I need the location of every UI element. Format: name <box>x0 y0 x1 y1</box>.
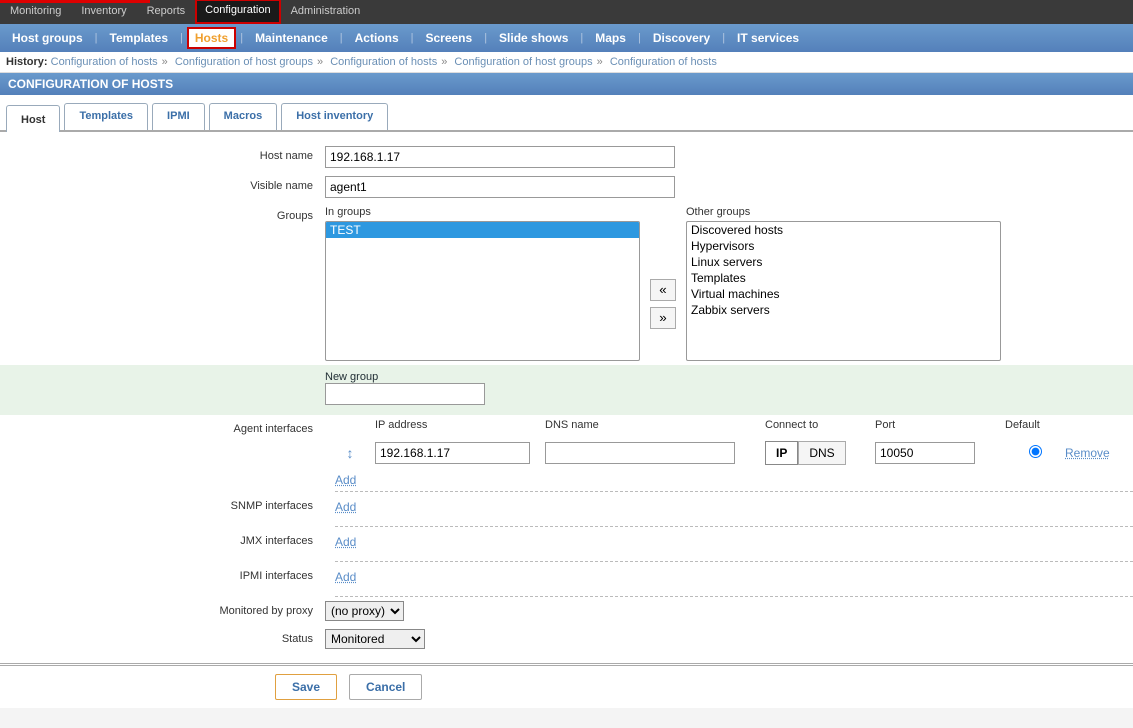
agent-remove-link[interactable]: Remove <box>1065 446 1110 460</box>
ip-address-header: IP address <box>375 419 545 437</box>
host-name-label: Host name <box>0 146 325 162</box>
history-link[interactable]: Configuration of hosts <box>610 56 717 68</box>
subnav-templates[interactable]: Templates <box>102 27 176 49</box>
tab-ipmi[interactable]: IPMI <box>152 103 205 130</box>
jmx-add-link[interactable]: Add <box>335 535 356 549</box>
page-title: CONFIGURATION OF HOSTS <box>0 73 1133 97</box>
top-nav: Monitoring Inventory Reports Configurati… <box>0 0 1133 24</box>
status-select[interactable]: Monitored <box>325 629 425 649</box>
dns-name-header: DNS name <box>545 419 765 437</box>
visible-name-label: Visible name <box>0 176 325 192</box>
other-groups-select[interactable]: Discovered hosts Hypervisors Linux serve… <box>686 221 1001 361</box>
new-group-input[interactable] <box>325 383 485 405</box>
subnav-hosts[interactable]: Hosts <box>187 27 236 49</box>
subnav-actions[interactable]: Actions <box>347 27 407 49</box>
status-label: Status <box>0 629 325 645</box>
proxy-label: Monitored by proxy <box>0 601 325 617</box>
history-label: History: <box>6 56 48 68</box>
agent-interfaces-label: Agent interfaces <box>0 419 325 435</box>
default-header: Default <box>1005 419 1065 437</box>
agent-ip-input[interactable] <box>375 442 530 464</box>
visible-name-input[interactable] <box>325 176 675 198</box>
tab-host[interactable]: Host <box>6 105 60 132</box>
group-move-left-button[interactable]: « <box>650 279 676 301</box>
other-groups-label: Other groups <box>686 206 1001 221</box>
agent-dns-input[interactable] <box>545 442 735 464</box>
tab-macros[interactable]: Macros <box>209 103 278 130</box>
agent-port-input[interactable] <box>875 442 975 464</box>
nav-reports[interactable]: Reports <box>137 0 196 24</box>
port-header: Port <box>875 419 1005 437</box>
subnav-screens[interactable]: Screens <box>417 27 480 49</box>
nav-configuration[interactable]: Configuration <box>195 0 280 24</box>
host-name-input[interactable] <box>325 146 675 168</box>
ipmi-add-link[interactable]: Add <box>335 570 356 584</box>
subnav-maintenance[interactable]: Maintenance <box>247 27 336 49</box>
jmx-interfaces-label: JMX interfaces <box>0 531 325 547</box>
cancel-button[interactable]: Cancel <box>349 674 422 700</box>
tab-host-inventory[interactable]: Host inventory <box>281 103 388 130</box>
nav-administration[interactable]: Administration <box>281 0 371 24</box>
form-tabs: Host Templates IPMI Macros Host inventor… <box>0 97 1133 132</box>
history-link[interactable]: Configuration of hosts <box>51 56 158 68</box>
agent-default-radio[interactable] <box>1029 445 1042 458</box>
history-link[interactable]: Configuration of host groups <box>454 56 592 68</box>
tab-templates[interactable]: Templates <box>64 103 148 130</box>
subnav-host-groups[interactable]: Host groups <box>4 27 91 49</box>
ipmi-interfaces-label: IPMI interfaces <box>0 566 325 582</box>
nav-monitoring[interactable]: Monitoring <box>0 0 71 24</box>
agent-add-link[interactable]: Add <box>335 473 356 487</box>
in-groups-label: In groups <box>325 206 640 221</box>
drag-handle-icon[interactable]: ↕ <box>339 445 362 461</box>
proxy-select[interactable]: (no proxy) <box>325 601 404 621</box>
new-group-label: New group <box>325 371 485 383</box>
connect-dns-button[interactable]: DNS <box>798 441 845 465</box>
snmp-interfaces-label: SNMP interfaces <box>0 496 325 512</box>
group-move-right-button[interactable]: » <box>650 307 676 329</box>
subnav-discovery[interactable]: Discovery <box>645 27 718 49</box>
breadcrumb: History: Configuration of hosts» Configu… <box>0 52 1133 73</box>
snmp-add-link[interactable]: Add <box>335 500 356 514</box>
connect-to-header: Connect to <box>765 419 875 437</box>
form-footer: Save Cancel <box>0 663 1133 708</box>
nav-inventory[interactable]: Inventory <box>71 0 136 24</box>
subnav-slide-shows[interactable]: Slide shows <box>491 27 576 49</box>
connect-ip-button[interactable]: IP <box>765 441 798 465</box>
history-link[interactable]: Configuration of hosts <box>330 56 437 68</box>
groups-label: Groups <box>0 206 325 222</box>
history-link[interactable]: Configuration of host groups <box>175 56 313 68</box>
subnav-it-services[interactable]: IT services <box>729 27 807 49</box>
save-button[interactable]: Save <box>275 674 337 700</box>
host-form: Host name Visible name Groups In groups … <box>0 132 1133 663</box>
sub-nav: Host groups| Templates| Hosts| Maintenan… <box>0 24 1133 52</box>
in-groups-select[interactable]: TEST <box>325 221 640 361</box>
subnav-maps[interactable]: Maps <box>587 27 634 49</box>
